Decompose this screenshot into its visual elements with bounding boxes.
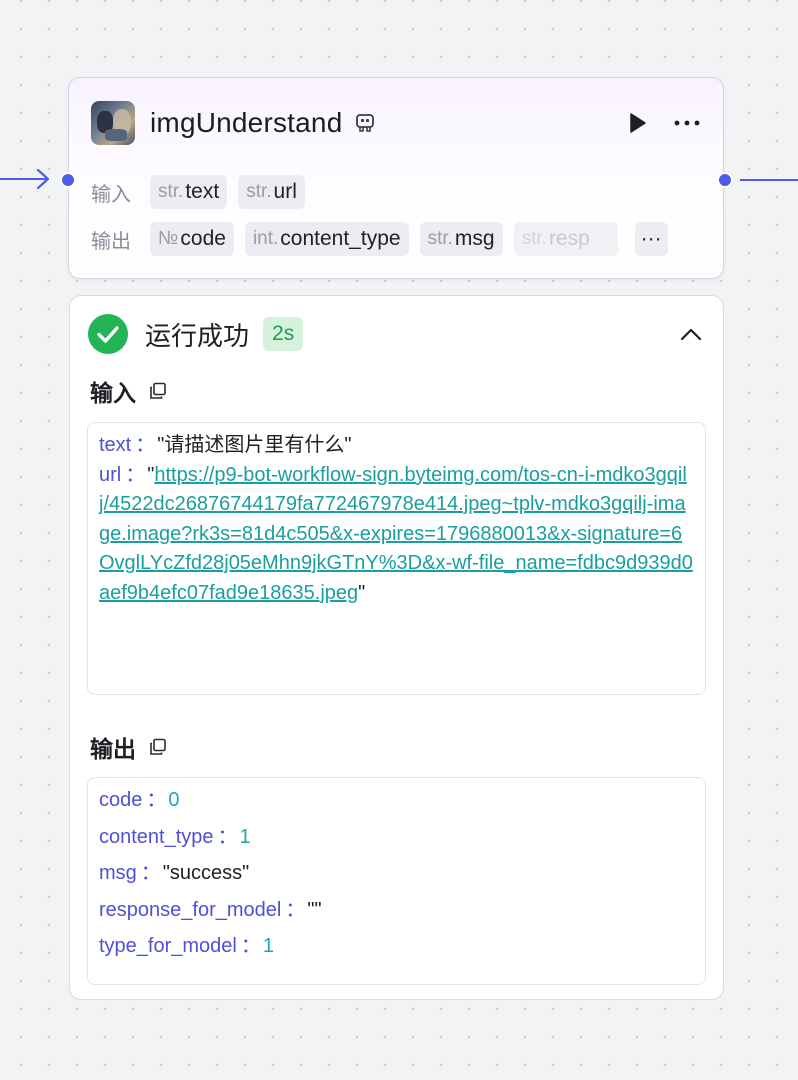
- node-avatar: [91, 101, 135, 145]
- more-icon: ···: [640, 227, 662, 250]
- node-card[interactable]: imgUnderstand 输入 str. text str. url 输出 №…: [68, 77, 724, 279]
- input-tag-url[interactable]: str. url: [238, 175, 305, 209]
- input-tag-text[interactable]: str. text: [150, 175, 228, 209]
- outputs-label: 输出: [91, 230, 131, 253]
- output-tag-content-type[interactable]: int. content_type: [244, 222, 409, 256]
- input-values-box: text： "请描述图片里有什么" url： "https://p9-bot-wor…: [87, 422, 706, 695]
- output-line: type_for_model： 1: [99, 935, 274, 957]
- output-tag-response[interactable]: str. resp: [513, 222, 618, 256]
- output-section-title: 输出: [90, 730, 168, 764]
- input-url-line: url： "https://p9-bot-workflow-sign.byteim…: [99, 463, 693, 604]
- node-title: imgUnderstand: [150, 107, 343, 138]
- output-values-box: code： 0 content_type： 1 msg： "success" resp…: [87, 777, 706, 985]
- duration-badge: 2s: [263, 317, 304, 351]
- input-text-line: text： "请描述图片里有什么": [99, 434, 352, 456]
- more-icon: [674, 120, 700, 126]
- output-line: msg： "success": [99, 862, 250, 884]
- output-tag-msg[interactable]: str. msg: [419, 222, 503, 256]
- collapse-button[interactable]: [677, 320, 705, 348]
- run-result-panel: 运行成功 2s 输入 text： "请描述图片里有什么" url： "https:/…: [69, 295, 724, 1000]
- copy-icon[interactable]: [148, 381, 168, 401]
- inputs-label: 输入: [91, 183, 131, 206]
- status-text: 运行成功: [145, 320, 250, 351]
- image-url-link[interactable]: https://p9-bot-workflow-sign.byteimg.com…: [99, 464, 693, 604]
- copy-icon[interactable]: [148, 737, 168, 757]
- node-inputs-row: 输入 str. text str. url: [91, 175, 316, 209]
- output-line: response_for_model： "": [99, 898, 322, 921]
- node-header: imgUnderstand: [91, 100, 701, 146]
- outputs-more-button[interactable]: ···: [634, 222, 668, 256]
- status-row: 运行成功 2s: [88, 314, 705, 354]
- run-button[interactable]: [623, 109, 651, 137]
- node-more-button[interactable]: [673, 109, 701, 137]
- output-tag-code[interactable]: № code: [150, 222, 234, 256]
- input-port[interactable]: [60, 172, 76, 188]
- check-circle-icon: [88, 314, 128, 354]
- output-port[interactable]: [717, 172, 733, 188]
- node-outputs-row: 输出 № code int. content_type str. msg str. re…: [91, 222, 703, 256]
- outgoing-edge: [740, 179, 798, 181]
- arrow-right-icon: [36, 168, 50, 190]
- chevron-up-icon: [680, 328, 702, 341]
- output-line: content_type： 1: [99, 825, 251, 848]
- play-icon: [630, 113, 646, 133]
- plugin-icon: [356, 114, 375, 132]
- output-line: code： 0: [99, 789, 180, 811]
- input-section-title: 输入: [90, 374, 168, 408]
